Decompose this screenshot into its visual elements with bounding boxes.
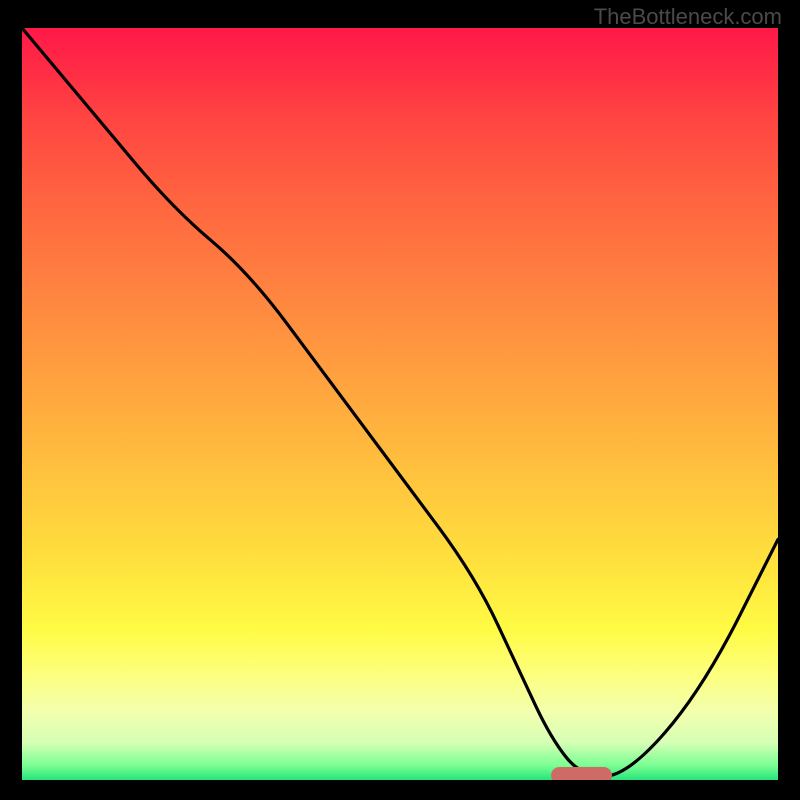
watermark-text: TheBottleneck.com xyxy=(594,4,782,30)
bottleneck-curve-line xyxy=(22,28,778,776)
curve-svg xyxy=(22,28,778,780)
plot-area xyxy=(22,28,778,780)
optimal-marker xyxy=(551,767,611,780)
